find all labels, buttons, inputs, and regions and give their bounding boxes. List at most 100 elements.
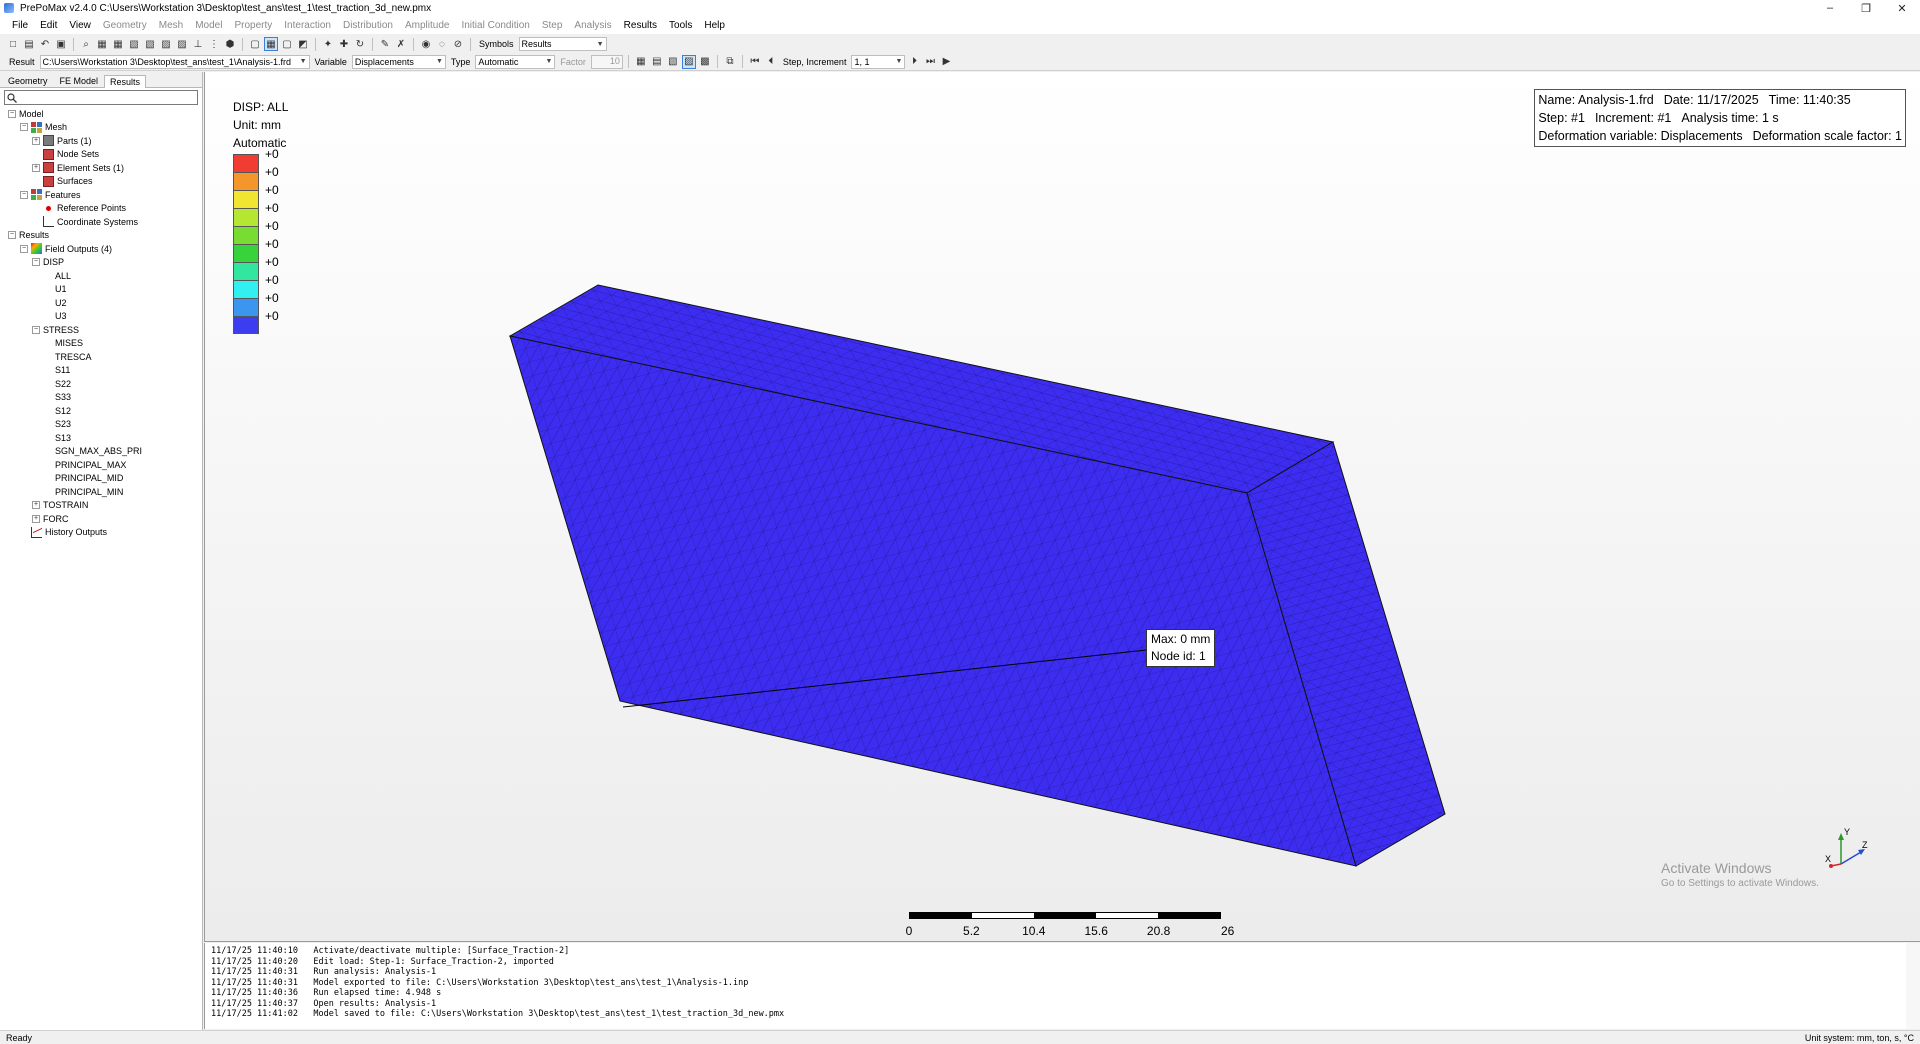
- tree-item-tresca[interactable]: TRESCA: [44, 350, 92, 363]
- animate-icon[interactable]: ⧉: [723, 55, 737, 69]
- close-button[interactable]: ✕: [1884, 0, 1920, 16]
- menu-results[interactable]: Results: [618, 20, 663, 31]
- tree-item-s12[interactable]: S12: [44, 404, 71, 417]
- tree-item-sgn-max-abs-pri[interactable]: SGN_MAX_ABS_PRI: [44, 445, 142, 458]
- top-view-icon[interactable]: ▧: [127, 37, 141, 51]
- tree-item-results[interactable]: − Results: [8, 229, 49, 242]
- tree-item-node-sets[interactable]: Node Sets: [32, 148, 99, 161]
- tree-item-surfaces[interactable]: Surfaces: [32, 175, 93, 188]
- hide-icon[interactable]: ◌: [435, 37, 449, 51]
- clear-query-icon[interactable]: ✗: [394, 37, 408, 51]
- expand-icon[interactable]: +: [32, 514, 40, 523]
- tree-item-s33[interactable]: S33: [44, 391, 71, 404]
- previous-increment-icon[interactable]: ⏴: [764, 55, 778, 69]
- undeformed-icon[interactable]: ▦: [634, 55, 648, 69]
- bottom-view-icon[interactable]: ▧: [143, 37, 157, 51]
- menu-help[interactable]: Help: [698, 20, 731, 31]
- transform-icon[interactable]: ✚: [337, 37, 351, 51]
- menu-property[interactable]: Property: [228, 20, 278, 31]
- query-icon[interactable]: ✎: [378, 37, 392, 51]
- variable-select[interactable]: Displacements ▼: [351, 54, 446, 69]
- shaded-icon[interactable]: ⬢: [223, 37, 237, 51]
- next-increment-icon[interactable]: ⏵: [907, 55, 921, 69]
- collapse-icon[interactable]: −: [20, 244, 28, 253]
- menu-interaction[interactable]: Interaction: [278, 20, 337, 31]
- play-icon[interactable]: ▶: [939, 55, 953, 69]
- tree-item-model[interactable]: − Model: [8, 107, 44, 120]
- tree-item-s13[interactable]: S13: [44, 431, 71, 444]
- graphics-viewport[interactable]: DISP: ALL Unit: mm Automatic +0 +0 +0 +0 +0 +…: [204, 72, 1920, 942]
- tree-item-u2[interactable]: U2: [44, 296, 67, 309]
- tree-item-s11[interactable]: S11: [44, 364, 70, 377]
- tab-results[interactable]: Results: [104, 75, 147, 88]
- tree-item-parts-1[interactable]: + Parts (1): [32, 134, 92, 147]
- mesh-edges-icon[interactable]: ▦: [264, 37, 278, 51]
- menu-mesh[interactable]: Mesh: [153, 20, 189, 31]
- zoom-icon[interactable]: ⌕: [79, 37, 93, 51]
- collapse-icon[interactable]: −: [20, 190, 28, 199]
- menu-analysis[interactable]: Analysis: [568, 20, 617, 31]
- tree-item-forc[interactable]: + FORC: [32, 512, 69, 525]
- menu-step[interactable]: Step: [536, 20, 569, 31]
- tree-item-element-sets-1[interactable]: + Element Sets (1): [32, 161, 124, 174]
- wire-overlay-icon[interactable]: ▧: [666, 55, 680, 69]
- result-file-select[interactable]: C:\Users\Workstation 3\Desktop\test_ans\…: [39, 54, 310, 69]
- tree-item-tostrain[interactable]: + TOSTRAIN: [32, 499, 88, 512]
- tree-item-principal-min[interactable]: PRINCIPAL_MIN: [44, 485, 123, 498]
- tree-item-features[interactable]: − Features: [20, 188, 81, 201]
- tree-item-history-outputs[interactable]: History Outputs: [20, 526, 107, 539]
- rotate-icon[interactable]: ↻: [353, 37, 367, 51]
- expand-icon[interactable]: +: [32, 136, 40, 145]
- tree-item-reference-points[interactable]: Reference Points: [32, 202, 126, 215]
- transparency-icon[interactable]: ▩: [698, 55, 712, 69]
- show-icon[interactable]: ◉: [419, 37, 433, 51]
- tree-item-s23[interactable]: S23: [44, 418, 71, 431]
- color-contours-icon[interactable]: ▨: [681, 54, 696, 69]
- iso-view-icon[interactable]: ⊥: [191, 37, 205, 51]
- collapse-icon[interactable]: −: [32, 325, 40, 334]
- collapse-icon[interactable]: −: [20, 123, 28, 131]
- tree-item-u1[interactable]: U1: [44, 283, 67, 296]
- minimize-button[interactable]: –: [1812, 0, 1848, 16]
- tree-item-field-outputs-4[interactable]: − Field Outputs (4): [20, 242, 112, 255]
- tree-item-all[interactable]: ALL: [44, 269, 71, 282]
- left-view-icon[interactable]: ▨: [159, 37, 173, 51]
- front-view-icon[interactable]: ▦: [95, 37, 109, 51]
- collapse-icon[interactable]: −: [8, 109, 16, 118]
- more-views-icon[interactable]: ⋮: [207, 37, 221, 51]
- tree-item-stress[interactable]: − STRESS: [32, 323, 79, 336]
- output-log[interactable]: 11/17/25 11:40:10 Activate/deactivate mu…: [204, 943, 1920, 1029]
- tree-item-mises[interactable]: MISES: [44, 337, 83, 350]
- first-increment-icon[interactable]: ⏮: [748, 55, 762, 69]
- fe-model-view[interactable]: [205, 72, 1920, 942]
- menu-file[interactable]: File: [6, 20, 34, 31]
- show-only-icon[interactable]: ⊘: [451, 37, 465, 51]
- menu-geometry[interactable]: Geometry: [97, 20, 153, 31]
- model-edges-icon[interactable]: ▢: [280, 37, 294, 51]
- type-select[interactable]: Automatic ▼: [475, 54, 556, 69]
- section-view-icon[interactable]: ◩: [296, 37, 310, 51]
- expand-icon[interactable]: +: [32, 501, 40, 509]
- tree-item-u3[interactable]: U3: [44, 310, 67, 323]
- search-input[interactable]: [19, 91, 189, 104]
- menu-edit[interactable]: Edit: [34, 20, 63, 31]
- tree-item-coordinate-systems[interactable]: Coordinate Systems: [32, 215, 138, 228]
- save-icon[interactable]: ▣: [54, 37, 68, 51]
- new-file-icon[interactable]: □: [6, 37, 20, 51]
- menu-amplitude[interactable]: Amplitude: [399, 20, 455, 31]
- menu-view[interactable]: View: [63, 20, 97, 31]
- log-scrollbar[interactable]: [1906, 943, 1920, 1029]
- expand-icon[interactable]: +: [32, 163, 40, 172]
- tree-item-principal-mid[interactable]: PRINCIPAL_MID: [44, 472, 123, 485]
- undo-icon[interactable]: ↶: [38, 37, 52, 51]
- menu-distribution[interactable]: Distribution: [337, 20, 399, 31]
- back-view-icon[interactable]: ▦: [111, 37, 125, 51]
- tab-fe-model[interactable]: FE Model: [54, 74, 105, 87]
- right-view-icon[interactable]: ▨: [175, 37, 189, 51]
- menu-tools[interactable]: Tools: [663, 20, 698, 31]
- deformed-icon[interactable]: ▤: [650, 55, 664, 69]
- explode-view-icon[interactable]: ✦: [321, 37, 335, 51]
- open-file-icon[interactable]: ▤: [22, 37, 36, 51]
- factor-input[interactable]: 10: [590, 54, 623, 69]
- last-increment-icon[interactable]: ⏭: [923, 55, 937, 69]
